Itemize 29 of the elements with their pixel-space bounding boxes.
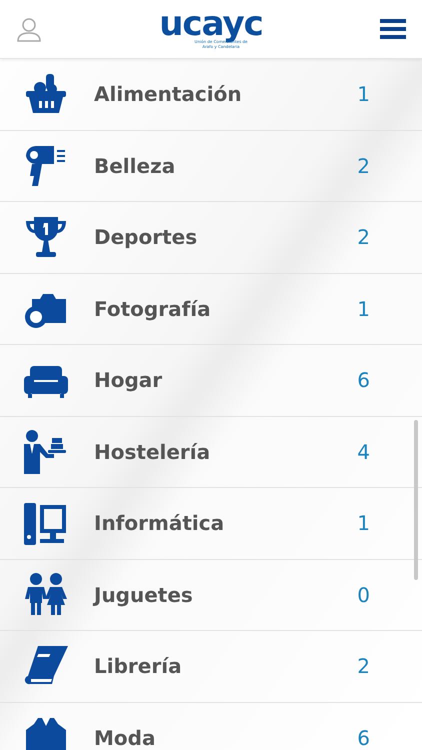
category-label: Fotografía <box>94 296 212 321</box>
category-row[interactable]: Hogar 6 <box>0 345 422 416</box>
category-label: Juguetes <box>94 582 194 607</box>
category-row[interactable]: Alimentación 1 <box>0 59 422 130</box>
category-count: 1 <box>357 296 370 321</box>
category-label: Hogar <box>94 368 164 392</box>
menu-icon[interactable] <box>380 18 406 40</box>
category-row[interactable]: Librería 2 <box>0 631 422 702</box>
category-count: 2 <box>357 654 370 678</box>
category-label: Alimentación <box>94 82 243 106</box>
category-count: 0 <box>357 582 370 607</box>
category-row[interactable]: Deportes 2 <box>0 202 422 274</box>
category-label: Moda <box>94 726 156 750</box>
category-row[interactable]: Belleza 2 <box>0 130 422 202</box>
category-count: 2 <box>357 154 370 178</box>
category-label: Deportes <box>94 225 198 250</box>
category-count: 1 <box>357 511 370 536</box>
category-count: 6 <box>357 726 370 750</box>
category-row[interactable]: Fotografía 1 <box>0 274 422 345</box>
category-label: Belleza <box>94 154 176 178</box>
category-count: 4 <box>357 440 370 464</box>
category-count: 2 <box>357 225 370 250</box>
category-label: Informática <box>94 511 226 536</box>
category-label: Librería <box>94 654 183 678</box>
category-row[interactable]: Juguetes 0 <box>0 560 422 631</box>
category-count: 1 <box>357 82 370 106</box>
category-count: 6 <box>357 368 370 392</box>
category-label: Hostelería <box>94 440 212 464</box>
category-row[interactable]: Moda 6 <box>0 702 422 750</box>
